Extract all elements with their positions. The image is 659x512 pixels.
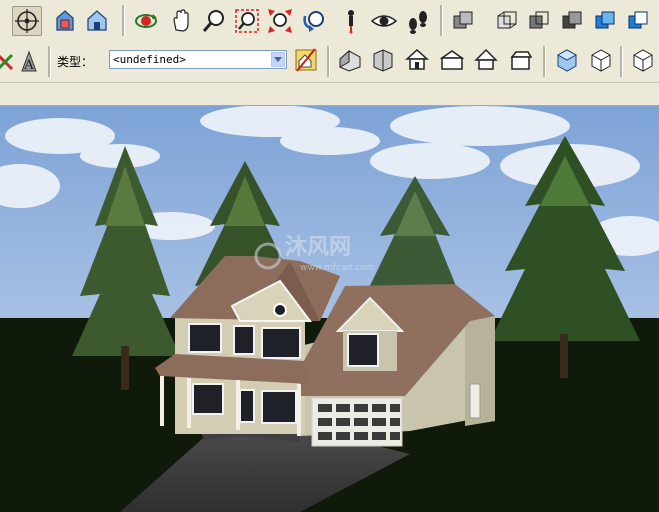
house-simple-icon[interactable] (471, 45, 501, 75)
wireframe-cube-icon[interactable] (586, 45, 616, 75)
house-roof-icon[interactable] (505, 45, 535, 75)
main-toolbar (0, 0, 659, 43)
box-icon[interactable] (368, 45, 398, 75)
toolbar-separator (440, 5, 443, 36)
toolbar-separator (620, 46, 623, 77)
front-view-icon[interactable] (524, 6, 554, 36)
type-label: 类型： (57, 55, 94, 69)
paint-bucket-icon[interactable] (50, 6, 80, 36)
hidden-line-cube-icon[interactable] (628, 45, 658, 75)
zoom-extents-icon[interactable] (265, 6, 295, 36)
toolbar-separator (543, 46, 546, 77)
chevron-down-icon[interactable] (271, 52, 285, 67)
shaded-cube-icon[interactable] (552, 45, 582, 75)
left-view-icon[interactable] (623, 6, 653, 36)
right-view-icon[interactable] (557, 6, 587, 36)
previous-view-icon[interactable] (299, 6, 329, 36)
type-dropdown-value: <undefined> (113, 53, 186, 66)
pan-icon[interactable] (166, 6, 196, 36)
back-view-icon[interactable] (590, 6, 620, 36)
svg-text:A: A (23, 58, 34, 73)
look-around-icon[interactable] (369, 6, 399, 36)
iso-view-icon[interactable] (448, 6, 478, 36)
toolbar-separator (48, 46, 51, 77)
watermark-text: 沐风网 (285, 235, 351, 260)
upper-windows (188, 323, 301, 359)
side-door (469, 383, 481, 419)
house-3d-icon[interactable] (335, 45, 365, 75)
model-viewport[interactable]: 沐风网 www.mfcad.com (0, 106, 659, 512)
zoom-window-icon[interactable] (232, 6, 262, 36)
round-window (273, 303, 287, 317)
component-icon[interactable] (82, 6, 112, 36)
house-outline-icon[interactable] (402, 45, 432, 75)
house-flat-icon[interactable] (437, 45, 467, 75)
toolbar-separator (122, 5, 125, 36)
walk-icon[interactable] (403, 6, 433, 36)
text-style-icon[interactable]: A (14, 47, 44, 77)
position-camera-icon[interactable] (336, 6, 366, 36)
zoom-icon[interactable] (199, 6, 229, 36)
dormer-window (347, 333, 379, 367)
top-view-icon[interactable] (492, 6, 522, 36)
get-models-icon[interactable] (291, 45, 321, 75)
rotate-icon[interactable] (131, 6, 161, 36)
watermark-url: www.mfcad.com (300, 263, 374, 273)
orbit-icon[interactable] (12, 6, 42, 36)
toolbar-separator (327, 46, 330, 77)
toolbar-bottom-strip (0, 83, 659, 106)
type-dropdown[interactable]: <undefined> (109, 50, 287, 69)
